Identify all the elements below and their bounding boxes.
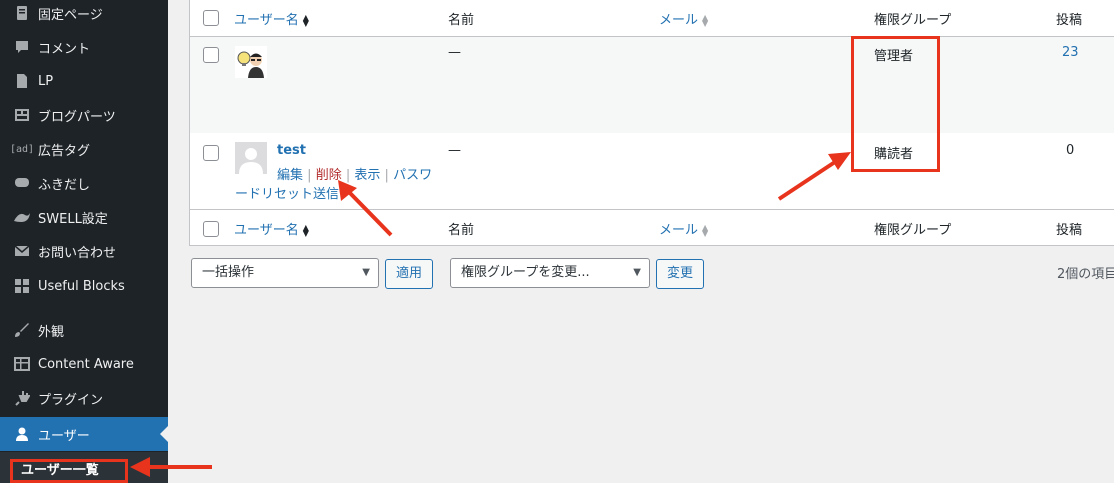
column-footer-role: 権限グループ xyxy=(874,223,952,238)
page-icon xyxy=(0,5,36,21)
grid-icon xyxy=(0,107,36,123)
column-header-role: 権限グループ xyxy=(874,13,952,28)
column-footer-name: 名前 xyxy=(448,223,475,238)
admin-sidebar: 固定ページ コメント LP ブログパーツ [ad] 広告タグ ふきだし SWEL… xyxy=(0,0,168,483)
sidebar-item-label: Content Aware xyxy=(38,356,134,372)
username-link[interactable]: test xyxy=(277,143,306,158)
row-checkbox[interactable] xyxy=(203,145,219,161)
sidebar-item-users[interactable]: ユーザー xyxy=(0,417,168,451)
column-header-username[interactable]: ユーザー名 ▲ ▼ xyxy=(234,9,309,28)
avatar[interactable] xyxy=(235,142,267,174)
sidebar-item-comments[interactable]: コメント xyxy=(0,30,168,64)
column-footer-posts: 投稿 xyxy=(1056,223,1083,238)
users-table: ユーザー名 ▲ ▼ 名前 メール ▲ ▼ 権限グループ 投稿 — 管理者 23 test… xyxy=(189,0,1114,246)
select-all-checkbox[interactable] xyxy=(203,10,219,26)
column-header-posts: 投稿 xyxy=(1056,13,1083,28)
row-name: — xyxy=(448,45,461,60)
brush-icon xyxy=(0,322,36,338)
mail-icon xyxy=(0,243,36,259)
view-link[interactable]: 表示 xyxy=(354,168,380,183)
users-submenu: ユーザー一覧 xyxy=(0,452,168,483)
row-posts: 0 xyxy=(1066,143,1075,158)
chevron-down-icon: ▼ xyxy=(633,267,641,278)
chevron-down-icon: ▼ xyxy=(362,267,370,278)
sidebar-item-content-aware[interactable]: Content Aware xyxy=(0,347,168,381)
sort-icon: ▲ ▼ xyxy=(302,12,309,28)
sidebar-item-label: お問い合わせ xyxy=(38,245,117,261)
blocks-icon xyxy=(0,278,36,294)
sort-icon: ▲ ▼ xyxy=(702,222,709,238)
sidebar-item-label: ユーザー xyxy=(38,428,90,444)
role-change-select[interactable]: 権限グループを変更... ▼ xyxy=(450,258,650,288)
column-footer-username[interactable]: ユーザー名 ▲ ▼ xyxy=(234,219,309,238)
comment-icon xyxy=(0,39,36,55)
sidebar-item-blog-parts[interactable]: ブログパーツ xyxy=(0,98,168,132)
sidebar-item-label: Useful Blocks xyxy=(38,278,125,294)
swell-icon xyxy=(0,209,36,225)
sidebar-item-label: ブログパーツ xyxy=(38,109,116,125)
column-footer-email[interactable]: メール ▲ ▼ xyxy=(659,219,708,238)
avatar[interactable] xyxy=(235,46,267,78)
speech-bubble-icon xyxy=(0,175,36,191)
change-button[interactable]: 変更 xyxy=(656,259,704,289)
sidebar-item-label: SWELL設定 xyxy=(38,211,108,227)
row-checkbox[interactable] xyxy=(203,47,219,63)
sidebar-item-pages[interactable]: 固定ページ xyxy=(0,0,168,30)
sort-icon: ▲ ▼ xyxy=(302,222,309,238)
sidebar-item-label: 広告タグ xyxy=(38,143,91,159)
sidebar-item-label: コメント xyxy=(38,41,91,57)
submenu-item-all-users[interactable]: ユーザー一覧 xyxy=(10,459,128,483)
column-header-email[interactable]: メール ▲ ▼ xyxy=(659,9,708,28)
row-name: — xyxy=(448,143,461,158)
sort-icon: ▲ ▼ xyxy=(702,12,709,28)
sidebar-item-plugins[interactable]: プラグイン xyxy=(0,381,168,415)
edit-link[interactable]: 編集 xyxy=(277,168,303,183)
password-reset-link-cont[interactable]: ードリセット送信 xyxy=(235,183,339,202)
plugin-icon xyxy=(0,390,36,406)
item-count: 2個の項目 xyxy=(1057,267,1114,282)
ad-icon: [ad] xyxy=(9,143,35,155)
document-icon xyxy=(0,73,36,89)
password-reset-link[interactable]: パスワ xyxy=(393,168,432,183)
table-icon xyxy=(0,356,36,372)
separator: | xyxy=(384,168,389,183)
footer-divider xyxy=(190,209,1114,210)
delete-link[interactable]: 削除 xyxy=(316,168,342,183)
separator: | xyxy=(307,168,312,183)
sidebar-item-lp[interactable]: LP xyxy=(0,64,168,98)
table-row: — 管理者 23 xyxy=(190,37,1114,133)
apply-button[interactable]: 適用 xyxy=(385,259,433,289)
user-icon xyxy=(0,426,36,442)
row-actions: 編集 | 削除 | 表示 | パスワ xyxy=(277,164,432,183)
sidebar-item-appearance[interactable]: 外観 xyxy=(0,313,168,347)
sidebar-item-useful-blocks[interactable]: Useful Blocks xyxy=(0,269,168,303)
role-highlight-box xyxy=(851,36,940,172)
sidebar-item-label: 固定ページ xyxy=(38,7,103,23)
select-all-checkbox-footer[interactable] xyxy=(203,221,219,237)
sidebar-item-fukidashi[interactable]: ふきだし xyxy=(0,166,168,200)
sidebar-item-label: ふきだし xyxy=(38,177,91,193)
row-posts-link[interactable]: 23 xyxy=(1062,45,1079,60)
sidebar-item-contact[interactable]: お問い合わせ xyxy=(0,234,168,268)
separator: | xyxy=(345,168,351,183)
bulk-action-select[interactable]: 一括操作 ▼ xyxy=(191,258,379,288)
sidebar-item-swell-settings[interactable]: SWELL設定 xyxy=(0,200,168,234)
sidebar-item-ad-tag[interactable]: [ad] 広告タグ xyxy=(0,132,168,166)
sidebar-item-label: 外観 xyxy=(38,324,65,340)
active-indicator xyxy=(160,426,168,442)
sidebar-item-label: プラグイン xyxy=(38,392,104,408)
sidebar-item-label: LP xyxy=(38,73,54,89)
column-header-name: 名前 xyxy=(448,13,475,28)
